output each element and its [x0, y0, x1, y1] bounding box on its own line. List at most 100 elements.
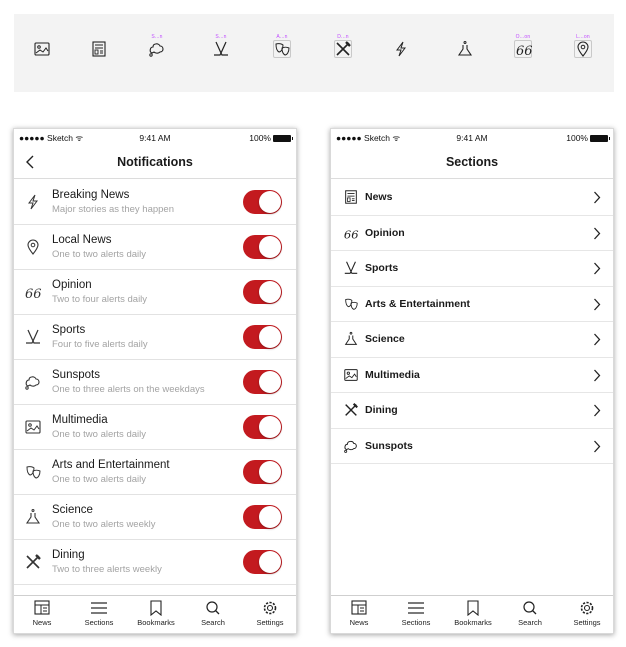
- section-row-arts[interactable]: Arts & Entertainment: [331, 287, 613, 322]
- toggle-knob: [259, 506, 281, 528]
- section-label: Sunspots: [365, 439, 413, 452]
- section-row-news[interactable]: News: [331, 180, 613, 216]
- chevron-right-icon: [594, 333, 601, 346]
- row-title: Local News: [52, 234, 112, 246]
- tab-search[interactable]: Search: [502, 600, 558, 633]
- tab-label: News: [32, 618, 52, 627]
- notification-row-sports: Sports Four to five alerts daily: [14, 315, 296, 360]
- tab-label: Settings: [573, 618, 601, 627]
- row-title: Multimedia: [52, 414, 108, 426]
- gear-icon: [580, 601, 594, 615]
- row-title: Sports: [52, 324, 86, 336]
- science-toggle[interactable]: [243, 505, 282, 529]
- arts-icon: [345, 298, 358, 310]
- battery-indicator: 100%: [566, 133, 610, 143]
- chevron-right-icon: [594, 369, 601, 381]
- multimedia-toggle[interactable]: [243, 415, 282, 439]
- sections-screen: ●●●●● Sketch ᯤ 9:41 AM 100% Sections New…: [330, 128, 614, 634]
- tab-sections[interactable]: Sections: [388, 600, 444, 633]
- notification-row-arts: Arts and Entertainment One to two alerts…: [14, 450, 296, 495]
- notifications-screen: ●●●●● Sketch ᯤ 9:41 AM 100% Notification…: [13, 128, 297, 634]
- dining-toggle[interactable]: [243, 550, 282, 574]
- breaking-news-toggle[interactable]: [243, 190, 282, 214]
- sunspots-icon: [25, 376, 40, 390]
- strip-breaking: [386, 14, 416, 92]
- tab-label: Bookmarks: [454, 618, 492, 627]
- news-tab-icon: [351, 600, 367, 615]
- svg-text:66: 66: [25, 287, 42, 301]
- sunspots-icon: [149, 43, 164, 57]
- toggle-knob: [259, 551, 281, 573]
- tab-sections[interactable]: Sections: [71, 600, 127, 633]
- sports-icon: [26, 329, 40, 344]
- section-label: News: [365, 191, 393, 203]
- chevron-right-icon: [594, 404, 601, 417]
- page-title: Sections: [445, 155, 499, 169]
- sports-toggle[interactable]: [243, 325, 282, 349]
- dining-icon: [26, 554, 41, 569]
- arts-toggle[interactable]: [243, 460, 282, 484]
- row-title: Arts and Entertainment: [52, 459, 170, 471]
- strip-dining: D...n: [328, 14, 358, 92]
- notification-row-science: Science One to two alerts weekly: [14, 495, 296, 540]
- multimedia-icon: [344, 368, 358, 381]
- section-row-multimedia[interactable]: Multimedia: [331, 358, 613, 393]
- toggle-knob: [259, 326, 281, 348]
- icon-strip: S...n S...n A...n D...n O...on 66 L...on: [14, 14, 614, 92]
- section-label: Dining: [365, 404, 398, 416]
- local-news-icon: [577, 41, 589, 57]
- notification-row-dining: Dining Two to three alerts weekly: [14, 540, 296, 585]
- sports-icon: [214, 41, 228, 56]
- section-row-sunspots[interactable]: Sunspots: [331, 429, 613, 464]
- gear-icon: [263, 601, 277, 615]
- row-subtitle: One to two alerts daily: [52, 429, 146, 440]
- tab-bar: News Sections Bookmarks Search Settings: [331, 595, 613, 633]
- sunspots-icon: [344, 440, 357, 453]
- news-tab-icon: [34, 600, 50, 615]
- opinion-icon: 66: [25, 287, 42, 301]
- bookmark-icon: [467, 600, 479, 616]
- multimedia-icon: [25, 420, 41, 434]
- section-label: Sports: [365, 262, 399, 274]
- strip-arts: A...n: [267, 14, 297, 92]
- local-news-toggle[interactable]: [243, 235, 282, 259]
- tab-settings[interactable]: Settings: [242, 600, 296, 633]
- breaking-news-icon: [28, 194, 38, 210]
- dining-icon: [336, 41, 351, 56]
- notification-row-local-news: Local News One to two alerts daily: [14, 225, 296, 270]
- science-icon: [25, 509, 41, 524]
- toggle-knob: [259, 371, 281, 393]
- notification-row-opinion: 66 Opinion Two to four alerts daily: [14, 270, 296, 315]
- section-row-opinion[interactable]: 66 Opinion: [331, 216, 613, 251]
- sunspots-toggle[interactable]: [243, 370, 282, 394]
- strip-local: L...on: [568, 14, 598, 92]
- row-title: Opinion: [52, 279, 92, 291]
- section-row-dining[interactable]: Dining: [331, 393, 613, 429]
- tab-label: Sections: [401, 618, 431, 627]
- section-label: Arts & Entertainment: [365, 297, 471, 310]
- arts-icon: [26, 466, 41, 479]
- strip-science: [450, 14, 480, 92]
- tab-news[interactable]: News: [14, 600, 70, 633]
- tab-label: Sections: [84, 618, 114, 627]
- chevron-right-icon: [594, 262, 601, 275]
- row-subtitle: Two to four alerts daily: [52, 294, 148, 305]
- status-bar: ●●●●● Sketch ᯤ 9:41 AM 100%: [331, 129, 613, 147]
- tab-bar: News Sections Bookmarks Search Settings: [14, 595, 296, 633]
- nav-bar: Sections: [331, 147, 613, 179]
- news-icon: [92, 41, 106, 57]
- row-subtitle: Four to five alerts daily: [52, 339, 148, 350]
- opinion-toggle[interactable]: [243, 280, 282, 304]
- opinion-icon: 66: [516, 44, 532, 58]
- tab-bookmarks[interactable]: Bookmarks: [445, 600, 501, 633]
- battery-percent: 100%: [566, 133, 588, 143]
- tab-search[interactable]: Search: [185, 600, 241, 633]
- toggle-knob: [259, 191, 281, 213]
- toggle-knob: [259, 281, 281, 303]
- section-row-science[interactable]: Science: [331, 322, 613, 358]
- tab-news[interactable]: News: [331, 600, 387, 633]
- section-row-sports[interactable]: Sports: [331, 251, 613, 287]
- tab-bookmarks[interactable]: Bookmarks: [128, 600, 184, 633]
- row-subtitle: One to two alerts daily: [52, 249, 146, 260]
- tab-settings[interactable]: Settings: [559, 600, 613, 633]
